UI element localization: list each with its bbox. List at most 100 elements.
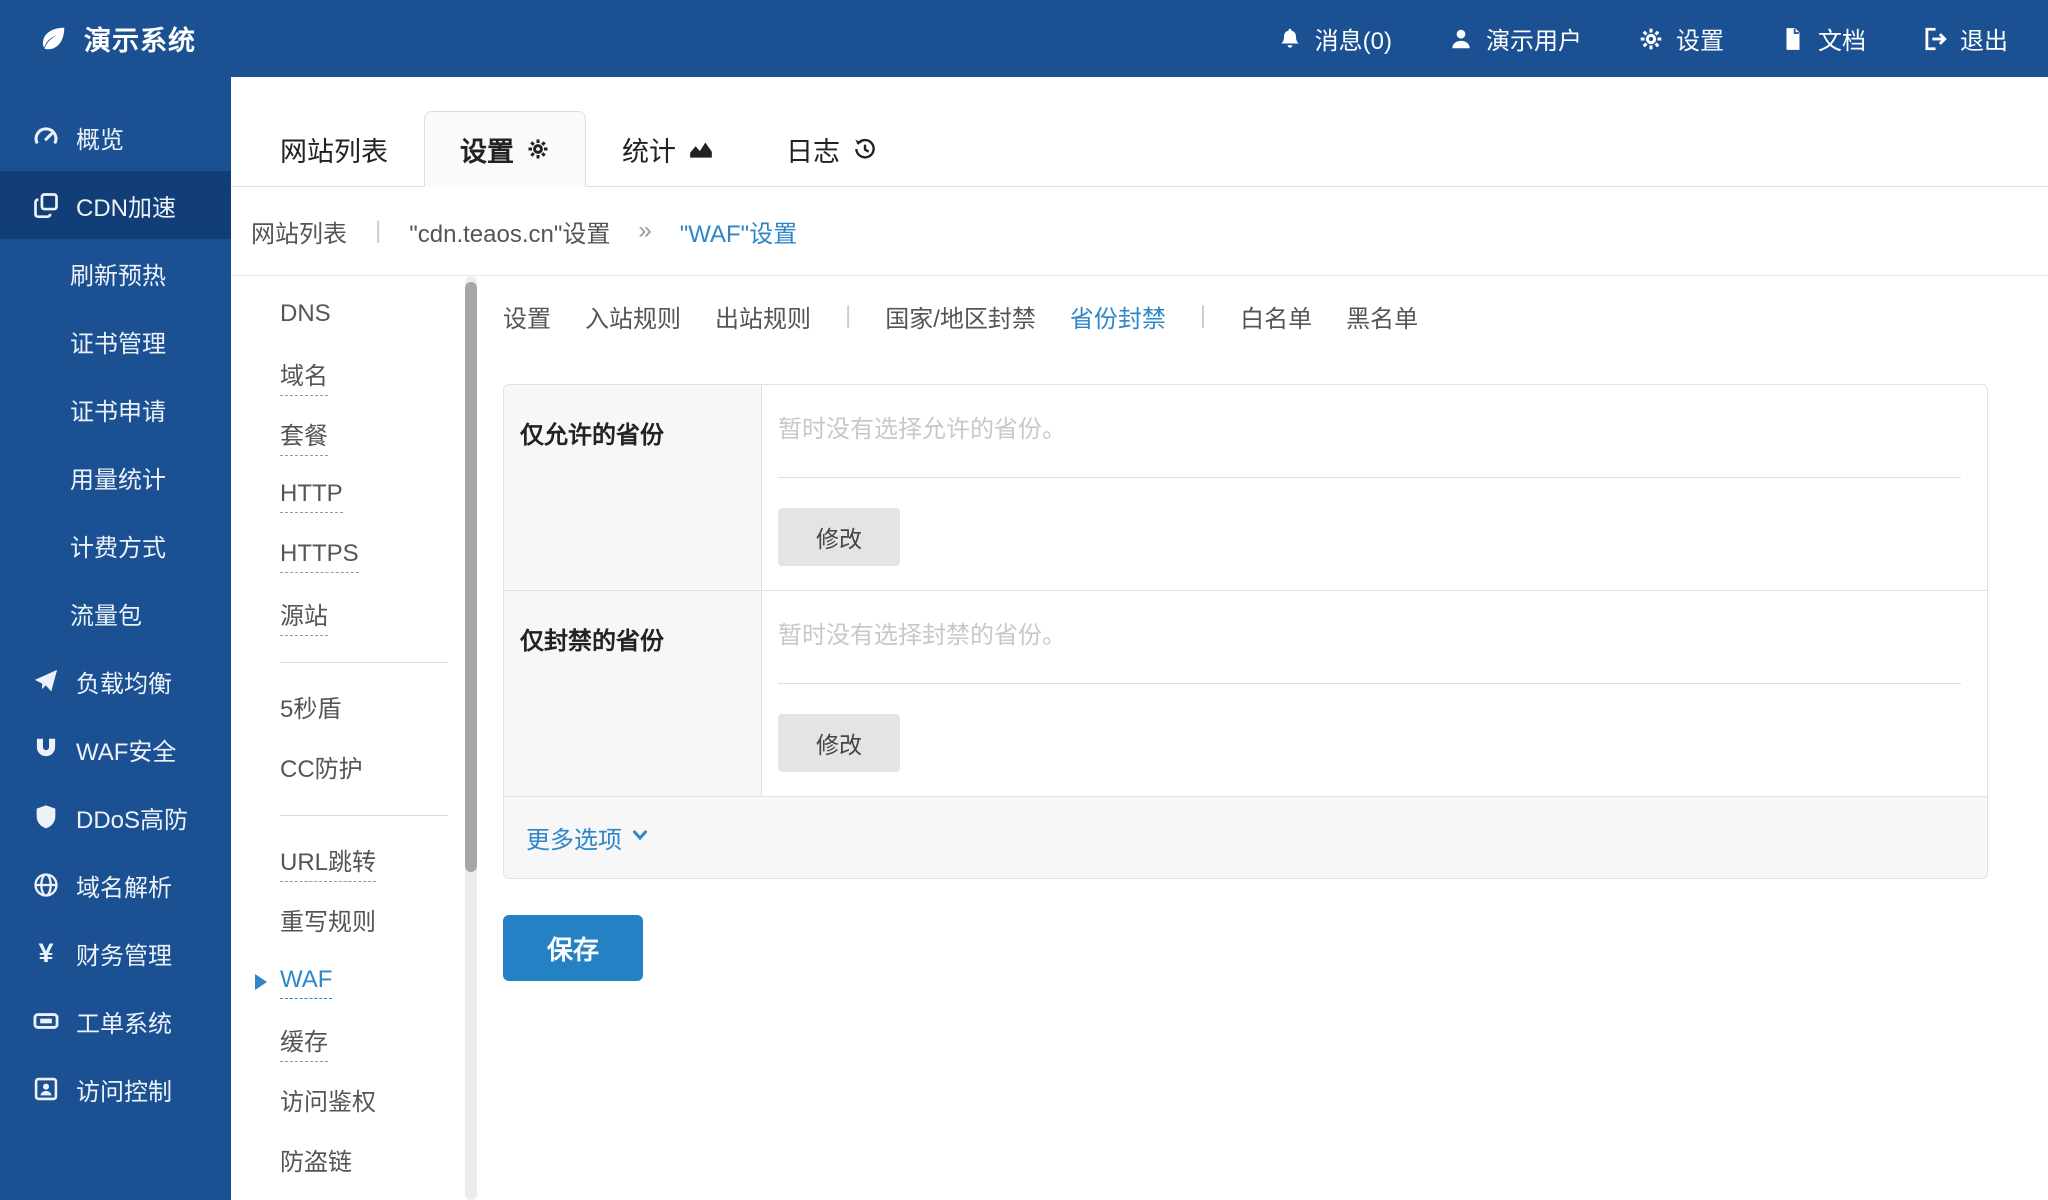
sidebar-item-label: 访问控制: [76, 1072, 172, 1107]
tab-label: 设置: [460, 130, 514, 169]
subnav-scrollbar[interactable]: [465, 276, 477, 1200]
subtab-country-ban[interactable]: 国家/地区封禁: [885, 299, 1036, 334]
tab-label: 统计: [622, 130, 676, 169]
sidebar-item-label: CDN加速: [76, 188, 176, 223]
topnav-settings[interactable]: 设置: [1638, 21, 1724, 56]
panel-footer: 更多选项: [504, 796, 1987, 878]
banned-provinces-label: 仅封禁的省份: [504, 591, 762, 796]
waf-subtabs: 设置 入站规则 出站规则 | 国家/地区封禁 省份封禁 | 白名单 黑名单: [503, 276, 1988, 356]
subtab-settings[interactable]: 设置: [503, 299, 551, 334]
breadcrumb-waf-settings[interactable]: "WAF"设置: [680, 214, 797, 249]
main-area: 网站列表 设置 统计 日志: [231, 77, 2048, 1200]
sidebar-item-usage-stats[interactable]: 用量统计: [0, 443, 231, 511]
topnav-label: 设置: [1676, 21, 1724, 56]
subtab-province-ban[interactable]: 省份封禁: [1070, 299, 1166, 334]
subnav-cc-protect[interactable]: CC防护: [248, 739, 465, 799]
sidebar-item-label: DDoS高防: [76, 800, 188, 835]
sidebar-item-billing-mode[interactable]: 计费方式: [0, 511, 231, 579]
sidebar-item-finance[interactable]: ¥ 财务管理: [0, 919, 231, 987]
scrollbar-thumb[interactable]: [465, 282, 477, 872]
ticket-icon: [28, 1007, 64, 1035]
allowed-provinces-empty-text: 暂时没有选择允许的省份。: [778, 415, 1961, 478]
subnav-http[interactable]: HTTP: [248, 466, 465, 526]
copy-icon: [28, 191, 64, 219]
sidebar-item-label: 流量包: [70, 596, 142, 631]
subnav-5s-shield[interactable]: 5秒盾: [248, 679, 465, 739]
more-options-label: 更多选项: [526, 820, 622, 855]
bell-icon: [1277, 26, 1303, 52]
history-icon: [852, 136, 878, 162]
tab-site-list[interactable]: 网站列表: [244, 111, 424, 187]
globe-icon: [28, 871, 64, 899]
active-marker-icon: [255, 974, 267, 990]
breadcrumb-site-list[interactable]: 网站列表: [251, 214, 347, 249]
user-icon: [1448, 26, 1474, 52]
sidebar-item-label: 用量统计: [70, 460, 166, 495]
sidebar-item-cdn[interactable]: CDN加速: [0, 171, 231, 239]
subnav-origin[interactable]: 源站: [248, 586, 465, 646]
sidebar-item-overview[interactable]: 概览: [0, 103, 231, 171]
topnav-logout[interactable]: 退出: [1922, 21, 2008, 56]
shield-icon: [28, 803, 64, 831]
subnav-hotlink-protect[interactable]: 防盗链: [248, 1132, 465, 1192]
sidebar-item-label: 刷新预热: [70, 256, 166, 291]
topnav-docs[interactable]: 文档: [1780, 21, 1866, 56]
subnav-divider: [280, 662, 448, 663]
more-options-link[interactable]: 更多选项: [526, 820, 650, 855]
allowed-provinces-value: 暂时没有选择允许的省份。 修改: [762, 385, 1987, 590]
province-ban-panel: 仅允许的省份 暂时没有选择允许的省份。 修改 仅封禁的省份 暂时没有选择封禁的省…: [503, 384, 1988, 879]
paper-plane-icon: [28, 667, 64, 695]
gear-icon: [1638, 26, 1664, 52]
sidebar-item-label: 财务管理: [76, 936, 172, 971]
subnav-https[interactable]: HTTPS: [248, 526, 465, 586]
topnav-user[interactable]: 演示用户: [1448, 21, 1582, 56]
sidebar-item-tickets[interactable]: 工单系统: [0, 987, 231, 1055]
subnav-url-redirect[interactable]: URL跳转: [248, 832, 465, 892]
subnav-rewrite-rules[interactable]: 重写规则: [248, 892, 465, 952]
sidebar-item-refresh-prewarm[interactable]: 刷新预热: [0, 239, 231, 307]
file-icon: [1780, 26, 1806, 52]
sidebar-item-cert-manage[interactable]: 证书管理: [0, 307, 231, 375]
subnav-plan[interactable]: 套餐: [248, 406, 465, 466]
subtab-whitelist[interactable]: 白名单: [1240, 299, 1312, 334]
subtab-outbound-rules[interactable]: 出站规则: [715, 299, 811, 334]
sidebar-item-load-balance[interactable]: 负载均衡: [0, 647, 231, 715]
subnav-divider: [280, 815, 448, 816]
sidebar-item-access-control[interactable]: 访问控制: [0, 1055, 231, 1123]
sidebar-item-ddos[interactable]: DDoS高防: [0, 783, 231, 851]
sidebar-item-dns-resolve[interactable]: 域名解析: [0, 851, 231, 919]
sidebar-item-label: 计费方式: [70, 528, 166, 563]
tab-label: 日志: [786, 130, 840, 169]
topbar: 演示系统 消息(0) 演示用户 设置: [0, 0, 2048, 77]
topnav-label: 消息(0): [1315, 21, 1392, 56]
banned-provinces-value: 暂时没有选择封禁的省份。 修改: [762, 591, 1987, 796]
brand[interactable]: 演示系统: [38, 19, 196, 58]
settings-subnav: DNS 域名 套餐 HTTP HTTPS 源站 5秒盾 CC防护 URL跳转 重…: [248, 276, 465, 1200]
subtab-blacklist[interactable]: 黑名单: [1346, 299, 1418, 334]
sidebar-item-label: 概览: [76, 120, 124, 155]
modify-banned-button[interactable]: 修改: [778, 714, 900, 772]
subnav-domain[interactable]: 域名: [248, 346, 465, 406]
tab-settings[interactable]: 设置: [424, 111, 586, 187]
modify-allowed-button[interactable]: 修改: [778, 508, 900, 566]
leaf-icon: [38, 24, 68, 54]
allowed-provinces-label: 仅允许的省份: [504, 385, 762, 590]
tab-statistics[interactable]: 统计: [586, 111, 750, 187]
tab-label: 网站列表: [280, 130, 388, 169]
subnav-dns[interactable]: DNS: [248, 286, 465, 346]
magnet-icon: [28, 735, 64, 763]
waf-form-area: 设置 入站规则 出站规则 | 国家/地区封禁 省份封禁 | 白名单 黑名单 仅允…: [503, 276, 1988, 1200]
subnav-access-auth[interactable]: 访问鉴权: [248, 1072, 465, 1132]
sidebar-item-cert-apply[interactable]: 证书申请: [0, 375, 231, 443]
save-button[interactable]: 保存: [503, 915, 643, 981]
subnav-waf[interactable]: WAF: [248, 952, 465, 1012]
allowed-provinces-row: 仅允许的省份 暂时没有选择允许的省份。 修改: [504, 385, 1987, 590]
sidebar-item-waf-security[interactable]: WAF安全: [0, 715, 231, 783]
subtab-inbound-rules[interactable]: 入站规则: [585, 299, 681, 334]
sidebar-item-traffic-pack[interactable]: 流量包: [0, 579, 231, 647]
topnav-messages[interactable]: 消息(0): [1277, 21, 1392, 56]
tab-logs[interactable]: 日志: [750, 111, 914, 187]
subnav-cache[interactable]: 缓存: [248, 1012, 465, 1072]
breadcrumb-domain-settings[interactable]: "cdn.teaos.cn"设置: [409, 214, 610, 249]
signout-icon: [1922, 26, 1948, 52]
